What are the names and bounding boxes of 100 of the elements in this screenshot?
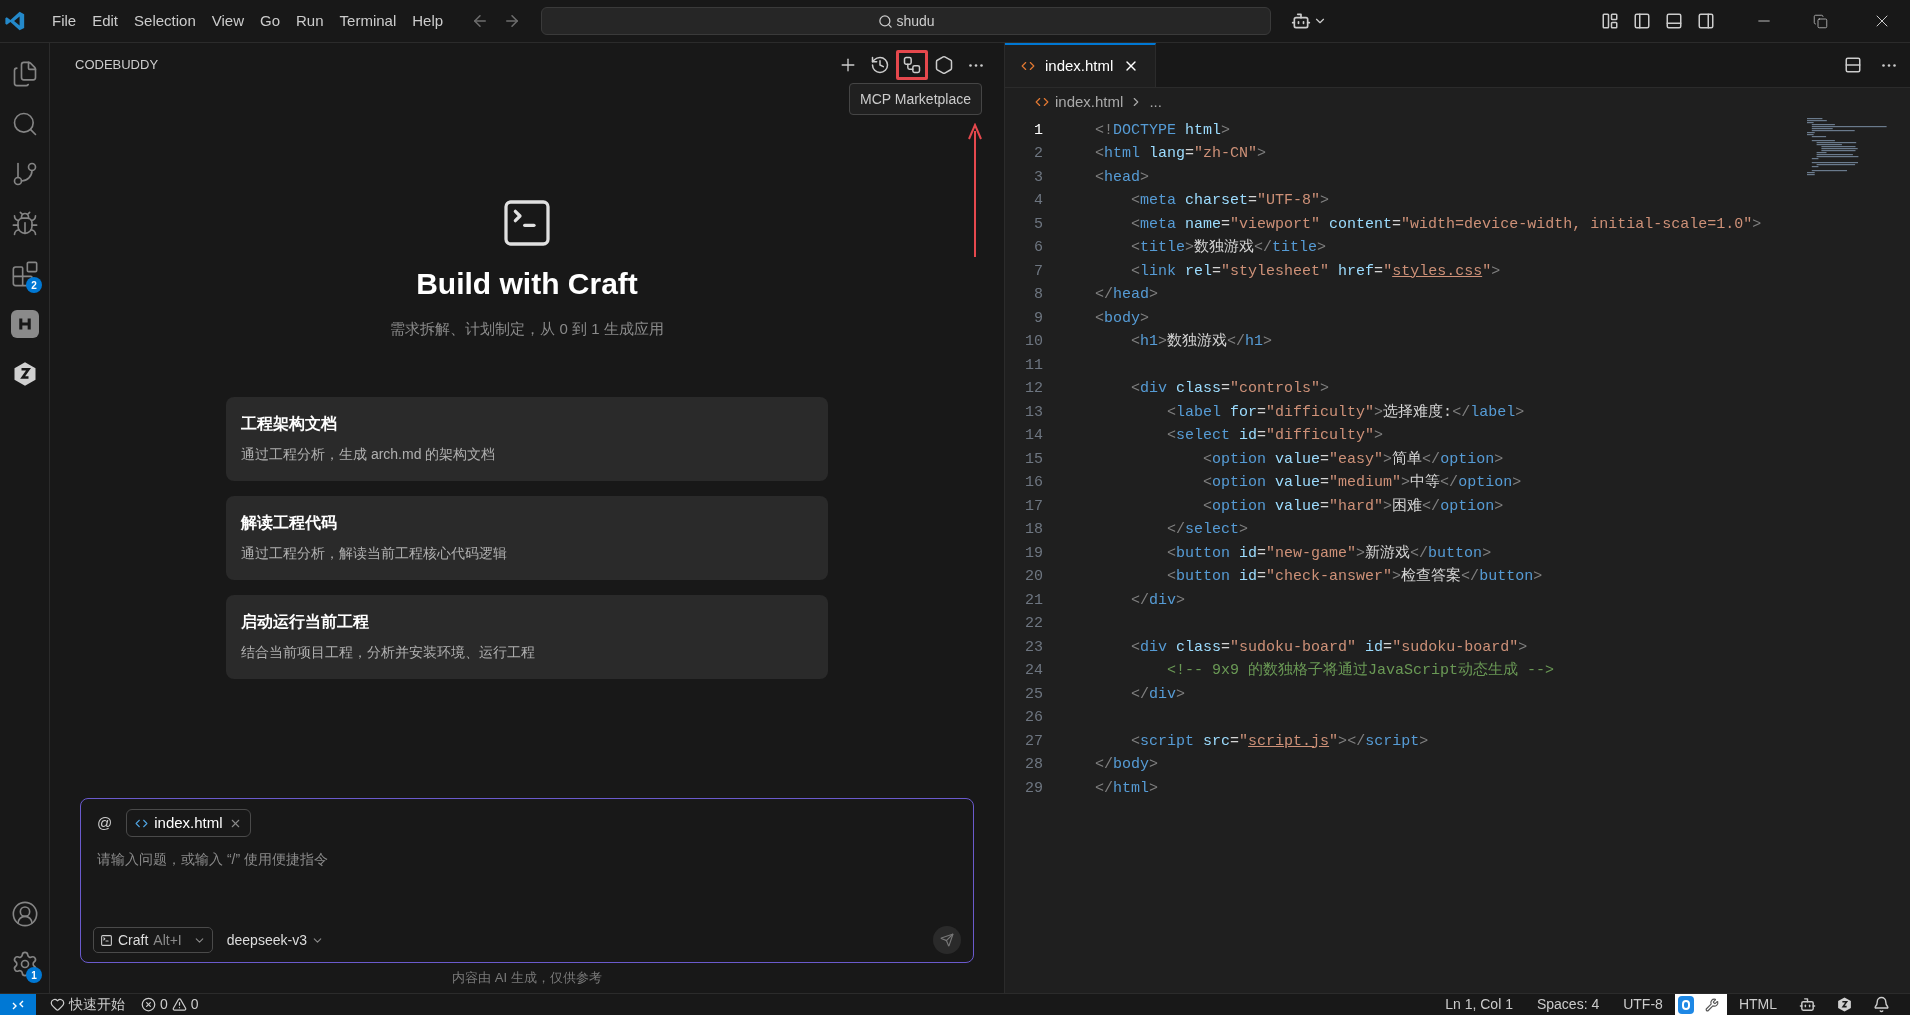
restore-icon[interactable] (1813, 13, 1828, 29)
status-item[interactable]: HTML (1726, 994, 1789, 1015)
sidebar-toggle-icon[interactable] (1633, 12, 1651, 30)
line-number: 17 (1024, 496, 1043, 517)
hexagon-logo-icon[interactable] (1836, 996, 1853, 1013)
code-line: <script src="script.js"></script> (1130, 731, 1429, 752)
errors-count[interactable]: 0 (133, 994, 168, 1015)
card-description: 通过工程分析，生成 arch.md 的架构文档 (241, 445, 497, 464)
menu-item[interactable]: Selection (126, 9, 204, 33)
disclaimer: 内容由 AI 生成，仅供参考 (451, 969, 603, 988)
code-icon (1021, 59, 1035, 73)
line-number: 21 (1024, 590, 1043, 611)
code-icon (1035, 95, 1049, 109)
search-field[interactable]: shudu (541, 7, 1272, 35)
search-icon[interactable] (11, 110, 39, 138)
line-number: 4 (1033, 191, 1043, 211)
code-line: <select id="difficulty"> (1166, 426, 1384, 446)
split-editor-icon[interactable] (1844, 56, 1862, 74)
count-badge: 2 (26, 277, 42, 293)
terminal-icon (100, 933, 113, 947)
line-number: 3 (1033, 167, 1043, 188)
line-number: 10 (1024, 332, 1043, 352)
code-line: </head> (1095, 285, 1159, 305)
warnings-count[interactable]: 0 (167, 994, 203, 1015)
quick-start-item[interactable]: 快速开始 (42, 994, 133, 1015)
bell-icon[interactable] (1873, 996, 1890, 1013)
card-description: 结合当前项目工程，分析并安装环境、运行工程 (241, 643, 536, 662)
code-line: <button id="check-answer">检查答案</button> (1166, 566, 1543, 587)
remote-icon (12, 998, 24, 1011)
warning-icon (171, 997, 187, 1012)
status-item[interactable]: Ln 1, Col 1 (1433, 994, 1525, 1015)
breadcrumb-item[interactable]: index.html (1055, 90, 1124, 114)
line-number: 28 (1024, 755, 1043, 775)
message-input[interactable]: 请输入问题，或输入 “/” 使用便捷指令 (93, 849, 961, 870)
files-icon[interactable] (11, 60, 39, 88)
panel-title: CODEBUDDY (75, 56, 159, 75)
welcome-heading: Build with Craft (416, 266, 638, 302)
nodes-icon (902, 55, 922, 75)
file-chip[interactable]: index.html (126, 809, 251, 837)
code-line: <option value="hard">困难</option> (1202, 496, 1504, 517)
code-line: <h1>数独游戏</h1> (1130, 331, 1273, 352)
bug-icon[interactable] (11, 210, 39, 238)
suggestion-card[interactable]: 启动运行当前工程 结合当前项目工程，分析并安装环境、运行工程 (226, 594, 828, 679)
activity-item[interactable]: 1 (0, 939, 50, 989)
code-line: <!DOCTYPE html> (1095, 120, 1231, 141)
code-line: </div> (1130, 684, 1186, 705)
suggestion-card[interactable]: 解读工程代码 通过工程分析，解读当前工程核心代码逻辑 (226, 495, 828, 580)
h-letter-icon[interactable] (11, 310, 39, 338)
menu-item[interactable]: Go (252, 9, 288, 33)
model-dropdown[interactable]: deepseek-v3 (226, 929, 324, 951)
code-line: <label for="difficulty">选择难度:</label> (1166, 402, 1525, 423)
more-icon[interactable] (969, 63, 983, 67)
line-number: 29 (1024, 778, 1043, 799)
line-number: 27 (1024, 731, 1043, 752)
breadcrumb-item[interactable]: ... (1149, 90, 1162, 114)
mode-dropdown[interactable]: Craft Alt+I (93, 927, 213, 953)
panel-toggle-icon[interactable] (1665, 12, 1683, 30)
branch-icon[interactable] (11, 160, 39, 188)
code-line: <div class="sudoku-board" id="sudoku-board"> (1130, 637, 1528, 658)
code-line: </html> (1095, 778, 1159, 799)
menu-item[interactable]: Run (288, 9, 332, 33)
copilot-icon[interactable] (1799, 996, 1816, 1013)
settings-icon (934, 55, 954, 75)
secondary-sidebar-icon[interactable] (1697, 12, 1715, 30)
send-button[interactable] (933, 926, 961, 954)
activity-item[interactable]: 2 (0, 249, 50, 299)
line-number: 15 (1024, 449, 1043, 470)
card-title: 启动运行当前工程 (241, 612, 370, 632)
suggestion-card[interactable]: 工程架构文档 通过工程分析，生成 arch.md 的架构文档 (226, 396, 828, 481)
q-app-icon[interactable] (1674, 993, 1697, 1015)
extensions-icon[interactable] (11, 260, 39, 288)
line-number: 11 (1024, 355, 1043, 376)
layout-icon[interactable] (1601, 12, 1619, 30)
code-editor-logo-icon (4, 10, 26, 32)
menu-item[interactable]: View (203, 9, 252, 33)
line-number: 13 (1024, 402, 1043, 423)
mention-symbol[interactable]: @ (93, 811, 117, 835)
toolbar-button[interactable] (896, 50, 928, 80)
line-number: 22 (1024, 614, 1043, 634)
chat-input[interactable]: @ index.html 请输入问题，或输入 “/” 使用便捷指令 Craft Alt+I deepseek-v3 (80, 798, 974, 963)
line-number: 14 (1024, 426, 1043, 446)
line-number: 25 (1024, 684, 1043, 705)
line-number: 26 (1024, 708, 1043, 728)
code-line: </select> (1166, 520, 1249, 540)
menu-item[interactable]: Help (404, 9, 452, 33)
menu-item[interactable]: Edit (84, 9, 127, 33)
menu-item[interactable]: File (44, 9, 85, 33)
settings-icon[interactable] (11, 950, 39, 978)
more-icon[interactable] (1882, 63, 1896, 67)
line-number: 23 (1024, 637, 1043, 658)
editor-tab[interactable]: index.html (1005, 43, 1157, 87)
code-line: <option value="medium">中等</option> (1202, 472, 1522, 493)
status-item[interactable]: UTF-8 (1611, 994, 1675, 1015)
code-line: <button id="new-game">新游戏</button> (1166, 543, 1492, 564)
status-item[interactable]: Spaces: 4 (1524, 994, 1612, 1015)
account-icon[interactable] (11, 900, 39, 928)
menu-item[interactable]: Terminal (331, 9, 405, 33)
line-number: 20 (1024, 567, 1043, 587)
tool-icon[interactable] (1696, 993, 1727, 1015)
code-line: <!-- 9x9 的数独格子将通过JavaScript动态生成 --> (1166, 660, 1555, 681)
